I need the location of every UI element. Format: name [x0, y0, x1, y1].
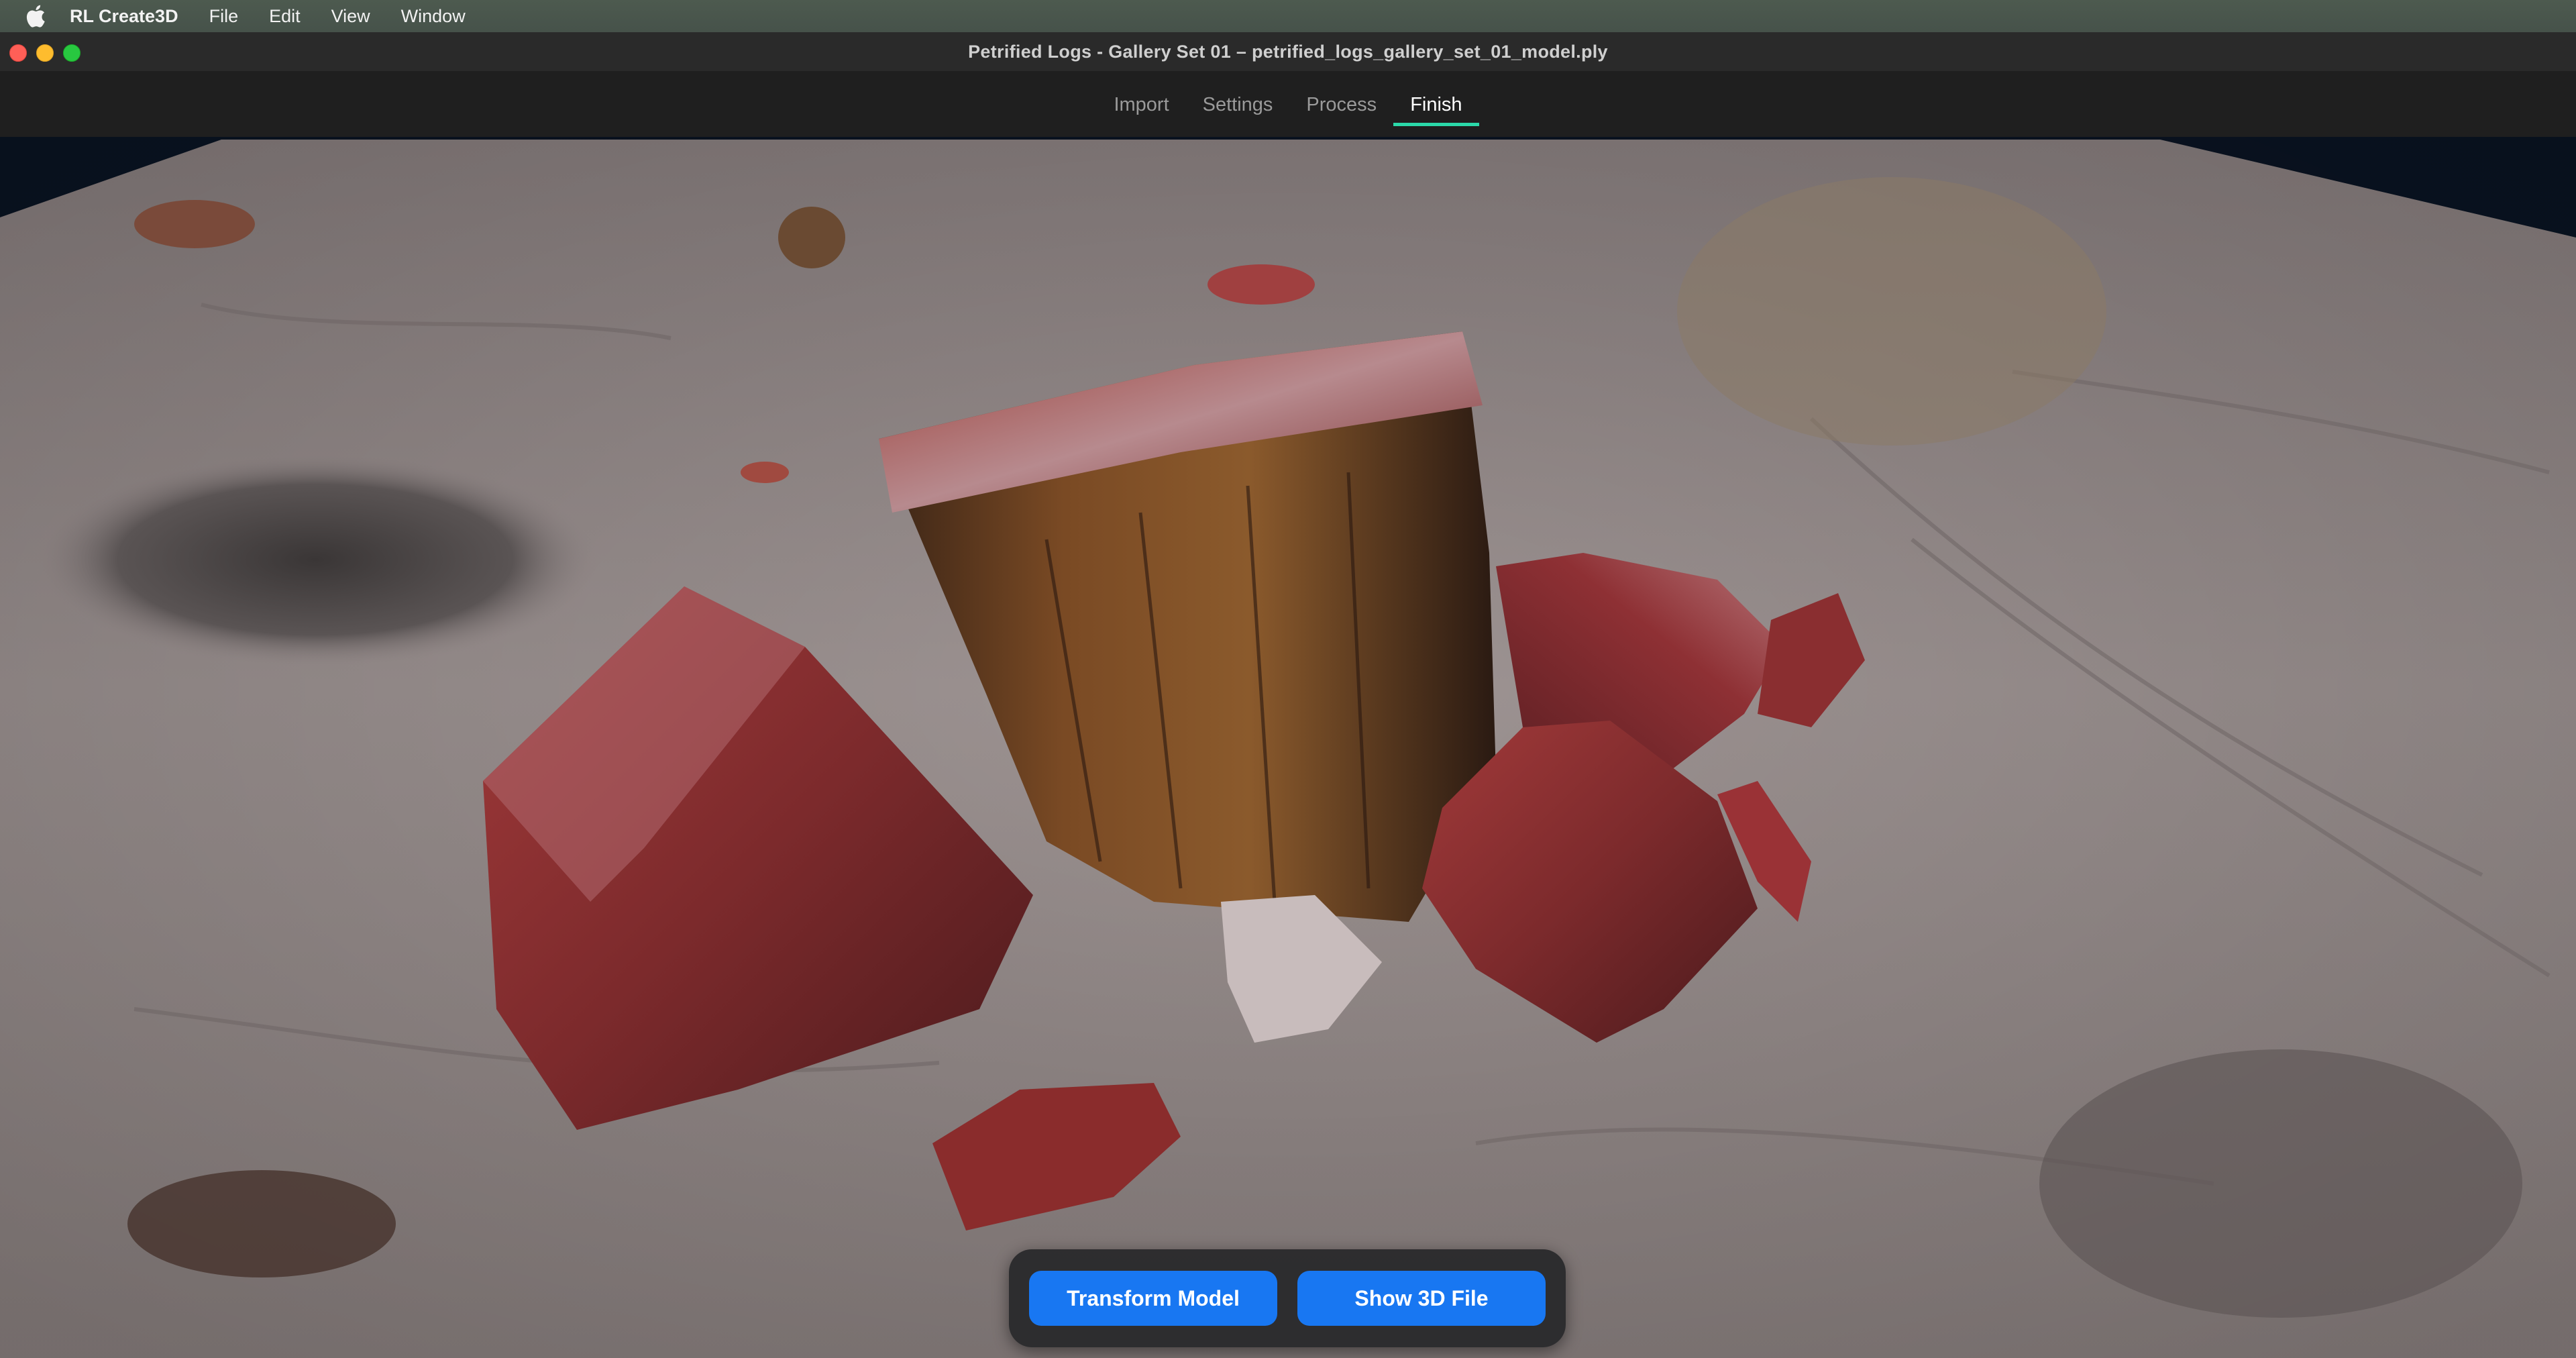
menu-window[interactable]: Window — [401, 6, 466, 27]
title-bar: Petrified Logs - Gallery Set 01 – petrif… — [0, 32, 2576, 72]
workflow-toolbar: Import Settings Process Finish — [0, 71, 2576, 138]
system-menu-bar: RL Create3D File Edit View Window — [0, 0, 2576, 32]
transform-model-button[interactable]: Transform Model — [1029, 1271, 1277, 1326]
model-viewport[interactable] — [0, 137, 2576, 1358]
tab-process[interactable]: Process — [1289, 94, 1393, 126]
menu-app-name[interactable]: RL Create3D — [70, 6, 178, 27]
apple-logo-icon[interactable] — [24, 3, 47, 30]
window-title: Petrified Logs - Gallery Set 01 – petrif… — [968, 41, 1608, 62]
menu-file[interactable]: File — [209, 6, 239, 27]
menu-edit[interactable]: Edit — [269, 6, 301, 27]
tab-settings[interactable]: Settings — [1186, 94, 1290, 126]
close-window-button[interactable] — [9, 44, 27, 62]
model-render — [0, 137, 2576, 1358]
minimize-window-button[interactable] — [36, 44, 54, 62]
tab-finish[interactable]: Finish — [1393, 94, 1479, 126]
workflow-tabs: Import Settings Process Finish — [1097, 94, 1479, 126]
tab-import[interactable]: Import — [1097, 94, 1185, 126]
zoom-window-button[interactable] — [63, 44, 80, 62]
app-window: Petrified Logs - Gallery Set 01 – petrif… — [0, 32, 2576, 1358]
show-3d-file-button[interactable]: Show 3D File — [1297, 1271, 1546, 1326]
export-actions-bar: Transform Model Show 3D File — [1009, 1249, 1566, 1347]
menu-view[interactable]: View — [331, 6, 370, 27]
window-controls — [9, 44, 80, 62]
